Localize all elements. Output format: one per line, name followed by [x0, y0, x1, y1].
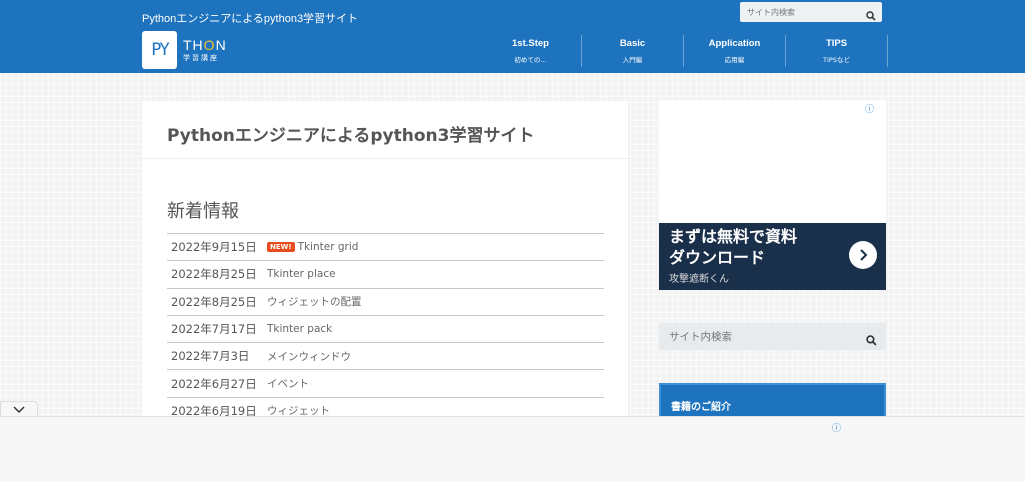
- nav-item-tips[interactable]: TIPS TIPSなど: [786, 35, 888, 67]
- news-item[interactable]: 2022年9月15日 NEW! Tkinter grid: [167, 233, 604, 260]
- logo-wordmark-o: O: [203, 37, 216, 53]
- divider: [142, 158, 628, 159]
- book-intro-title: 書籍のご紹介: [671, 402, 731, 413]
- news-title-wrap: NEW! Tkinter grid: [267, 241, 358, 253]
- news-item[interactable]: 2022年7月17日 Tkinter pack: [167, 314, 604, 342]
- nav-sublabel: 応用編: [724, 56, 745, 64]
- main-content: Pythonエンジニアによるpython3学習サイト 新着情報 2022年9月1…: [142, 101, 628, 421]
- ad-banner[interactable]: まずは無料で資料 ダウンロード 攻撃遮断くん: [659, 223, 886, 290]
- news-date: 2022年9月15日: [171, 240, 257, 255]
- news-list: 2022年9月15日 NEW! Tkinter grid 2022年8月25日 …: [167, 233, 604, 424]
- nav-label: TIPS: [825, 38, 848, 49]
- sidebar-search: [659, 323, 886, 350]
- news-item[interactable]: 2022年8月25日 Tkinter place: [167, 260, 604, 287]
- logo-subtitle: 学習講座: [183, 54, 219, 62]
- main-nav: 1st.Step 初めての... Basic 入門編 Application 応…: [480, 35, 888, 67]
- logo-wordmark: THON 学習講座: [183, 38, 227, 62]
- ad-company: 攻撃遮断くん: [669, 274, 729, 285]
- chevron-down-icon: [13, 406, 25, 414]
- ad-headline-2: ダウンロード: [669, 248, 766, 267]
- news-title[interactable]: ウィジェットの配置: [267, 294, 362, 309]
- ad-info-icon[interactable]: ⓘ: [865, 102, 874, 115]
- header-search-input[interactable]: [740, 2, 860, 22]
- bottom-anchor-ad[interactable]: ⓘ: [0, 416, 1025, 482]
- news-title[interactable]: イベント: [267, 376, 309, 391]
- new-badge: NEW!: [267, 242, 295, 253]
- logo-letters: PY: [151, 40, 170, 60]
- nav-label: Application: [708, 38, 761, 49]
- logo-wordmark-text: THON: [183, 38, 227, 52]
- news-title[interactable]: Tkinter pack: [267, 323, 332, 335]
- site-logo[interactable]: PY THON 学習講座: [142, 30, 237, 70]
- nav-item-application[interactable]: Application 応用編: [684, 35, 786, 67]
- news-item[interactable]: 2022年8月25日 ウィジェットの配置: [167, 287, 604, 315]
- search-icon[interactable]: [866, 331, 877, 350]
- news-date: 2022年8月25日: [171, 267, 257, 282]
- logo-mark: PY: [142, 31, 177, 69]
- header-search: [740, 2, 882, 22]
- news-item[interactable]: 2022年6月27日 イベント: [167, 369, 604, 396]
- nav-sublabel: 初めての...: [514, 56, 547, 64]
- sidebar-search-input[interactable]: [659, 323, 854, 350]
- nav-label: 1st.Step: [512, 38, 549, 49]
- logo-wordmark-prefix: TH: [183, 37, 204, 53]
- news-date: 2022年8月25日: [171, 294, 257, 309]
- nav-item-1st-step[interactable]: 1st.Step 初めての...: [480, 35, 582, 67]
- site-header: Pythonエンジニアによるpython3学習サイト PY THON 学習講座 …: [0, 0, 1025, 73]
- sidebar-ad[interactable]: ⓘ まずは無料で資料 ダウンロード 攻撃遮断くん: [659, 100, 886, 290]
- news-date: 2022年7月3日: [171, 349, 250, 364]
- news-title[interactable]: Tkinter place: [267, 268, 336, 280]
- news-title[interactable]: Tkinter grid: [298, 241, 359, 253]
- ad-info-icon[interactable]: ⓘ: [832, 421, 841, 434]
- news-item[interactable]: 2022年7月3日 メインウィンドウ: [167, 342, 604, 369]
- news-title[interactable]: メインウィンドウ: [267, 349, 351, 364]
- site-description: Pythonエンジニアによるpython3学習サイト: [142, 13, 359, 25]
- chevron-right-icon[interactable]: [849, 241, 877, 269]
- nav-label: Basic: [619, 38, 646, 49]
- page-title: Pythonエンジニアによるpython3学習サイト: [167, 126, 535, 146]
- logo-wordmark-suffix: N: [215, 37, 227, 53]
- news-date: 2022年7月17日: [171, 322, 257, 337]
- news-heading: 新着情報: [167, 201, 239, 222]
- nav-sublabel: TIPSなど: [823, 56, 850, 64]
- nav-sublabel: 入門編: [622, 56, 643, 64]
- search-icon[interactable]: [866, 6, 876, 25]
- nav-item-basic[interactable]: Basic 入門編: [582, 35, 684, 67]
- news-date: 2022年6月27日: [171, 376, 257, 391]
